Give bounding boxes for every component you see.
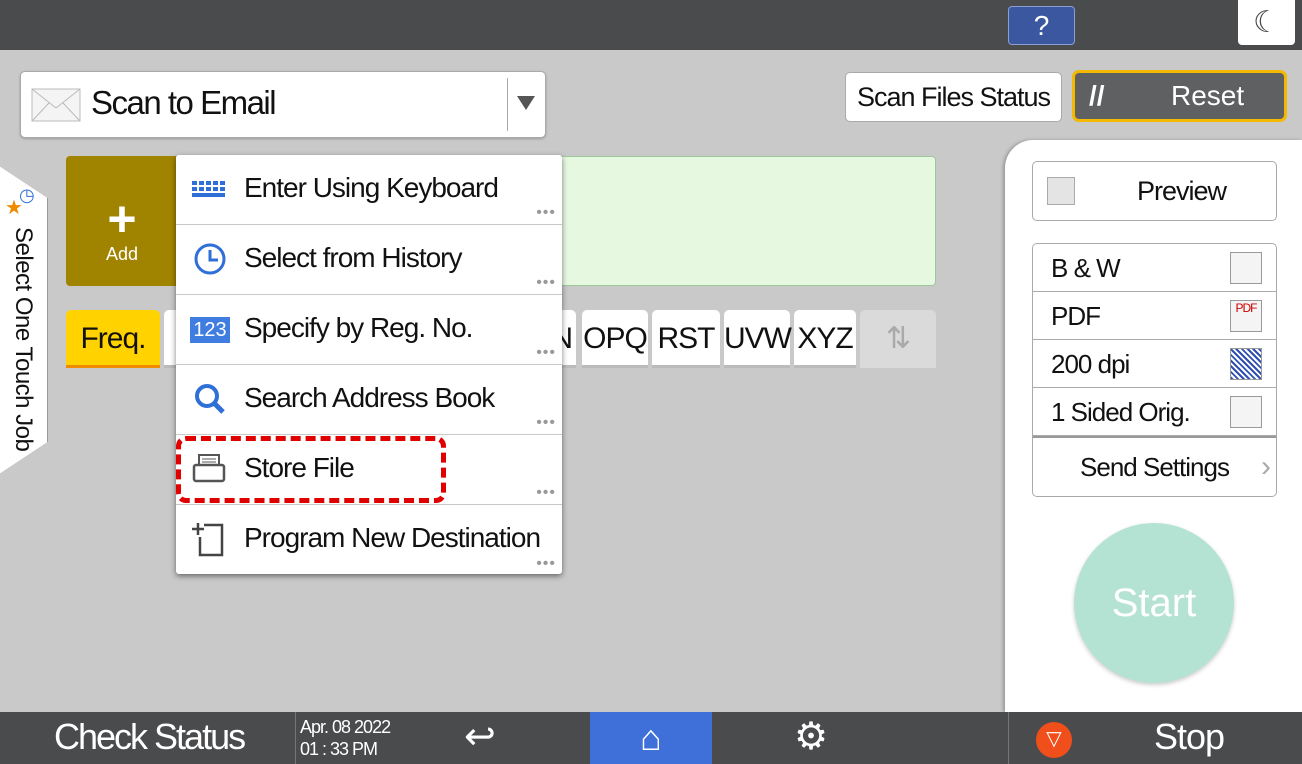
time: 01 : 33 PM (300, 739, 378, 759)
stop-button[interactable]: Stop (1154, 716, 1225, 758)
setting-file-type[interactable]: PDF PDF (1033, 292, 1276, 340)
reset-button[interactable]: // Reset (1072, 70, 1287, 122)
highlight-box (176, 436, 446, 503)
add-label: Add (105, 244, 139, 264)
setting-color[interactable]: B & W (1033, 244, 1276, 292)
top-bar (0, 0, 1302, 50)
divider (507, 78, 508, 131)
tab-xyz[interactable]: XYZ (794, 310, 856, 368)
more-icon: ••• (536, 344, 556, 361)
mode-label: Scan to Email (91, 84, 277, 121)
scan-settings-list: B & W PDF PDF 200 dpi 1 Sided Orig. Send … (1032, 243, 1277, 497)
menu-item-enter-using-keyboard[interactable]: Enter Using Keyboard ••• (176, 155, 562, 225)
chevron-down-icon (517, 96, 535, 110)
menu-item-label: Search Address Book (244, 382, 495, 413)
bottom-bar: Check Status Apr. 08 2022 01 : 33 PM ↩ ⌂ … (0, 712, 1302, 764)
divider (1008, 712, 1009, 764)
stop-icon: ▽ (1036, 722, 1072, 758)
pdf-icon: PDF (1230, 300, 1262, 332)
keyboard-icon (192, 181, 225, 197)
setting-label: 1 Sided Orig. (1051, 397, 1191, 427)
star-icon: ★ (5, 197, 23, 219)
back-arrow-icon: ↩ (464, 716, 496, 758)
scan-files-status-button[interactable]: Scan Files Status (845, 72, 1062, 122)
preview-label: Preview (1137, 176, 1227, 206)
more-icon: ••• (536, 204, 556, 221)
more-icon: ••• (536, 555, 556, 572)
reset-icon: // (1089, 80, 1105, 111)
envelope-icon (31, 88, 81, 122)
divider (295, 712, 296, 764)
mode-dropdown[interactable]: Scan to Email (20, 71, 546, 138)
energy-saver-button[interactable]: ☾ (1238, 0, 1295, 45)
setting-resolution[interactable]: 200 dpi (1033, 340, 1276, 388)
program-destination-icon (192, 523, 224, 557)
menu-item-label: Specify by Reg. No. (244, 312, 473, 343)
setting-label: 200 dpi (1051, 349, 1130, 379)
123-icon: 123 (190, 317, 230, 343)
help-button[interactable]: ? (1008, 6, 1075, 45)
send-settings-button[interactable]: Send Settings › (1033, 436, 1276, 496)
menu-item-label: Select from History (244, 242, 462, 273)
menu-item-program-new-destination[interactable]: Program New Destination ••• (176, 505, 562, 575)
send-settings-label: Send Settings (1080, 452, 1230, 482)
plus-icon: + (107, 191, 137, 247)
menu-item-search-address-book[interactable]: Search Address Book ••• (176, 365, 562, 435)
switch-list-button[interactable]: ⇅ (860, 310, 936, 368)
check-status-button[interactable]: Check Status (54, 716, 246, 758)
more-icon: ••• (536, 484, 556, 501)
add-destination-menu: Enter Using Keyboard ••• Select from Hist… (176, 155, 562, 574)
home-icon: ⌂ (640, 717, 662, 758)
tab-uvw[interactable]: UVW (724, 310, 792, 368)
resolution-icon (1230, 348, 1262, 380)
side-tab-label: Select One Touch Job (10, 227, 37, 452)
date: Apr. 08 2022 (300, 717, 391, 737)
chevron-right-icon: › (1261, 450, 1271, 483)
swap-icon: ⇅ (885, 322, 911, 355)
add-destination-button[interactable]: + Add (66, 156, 178, 286)
one-sided-icon (1230, 396, 1262, 428)
search-icon (195, 384, 225, 414)
preview-toggle[interactable]: Preview (1032, 161, 1277, 221)
tab-freq[interactable]: Freq. (66, 310, 160, 368)
home-button[interactable]: ⌂ (590, 712, 712, 764)
menu-item-label: Program New Destination (244, 522, 541, 553)
setting-label: PDF (1051, 301, 1101, 331)
menu-item-specify-by-reg-no[interactable]: 123 Specify by Reg. No. ••• (176, 295, 562, 365)
color-mode-icon (1230, 252, 1262, 284)
start-button[interactable]: Start (1074, 523, 1234, 683)
menu-item-label: Enter Using Keyboard (244, 172, 499, 203)
tab-rst[interactable]: RST (652, 310, 720, 368)
setting-label: B & W (1051, 253, 1121, 283)
back-button[interactable]: ↩ (464, 714, 496, 759)
checkbox[interactable] (1047, 177, 1075, 205)
select-one-touch-job-tab[interactable]: ◷ ★ Select One Touch Job (0, 160, 48, 480)
more-icon: ••• (536, 414, 556, 431)
setting-sides[interactable]: 1 Sided Orig. (1033, 388, 1276, 436)
reset-label: Reset (1171, 80, 1245, 111)
date-time: Apr. 08 2022 01 : 33 PM (300, 716, 391, 760)
moon-icon: ☾ (1253, 6, 1280, 39)
settings-button[interactable]: ⚙ (794, 714, 828, 759)
menu-item-select-from-history[interactable]: Select from History ••• (176, 225, 562, 295)
tab-opq[interactable]: OPQ (582, 310, 648, 368)
clock-icon (194, 243, 226, 275)
gear-icon: ⚙ (794, 716, 829, 758)
more-icon: ••• (536, 274, 556, 291)
